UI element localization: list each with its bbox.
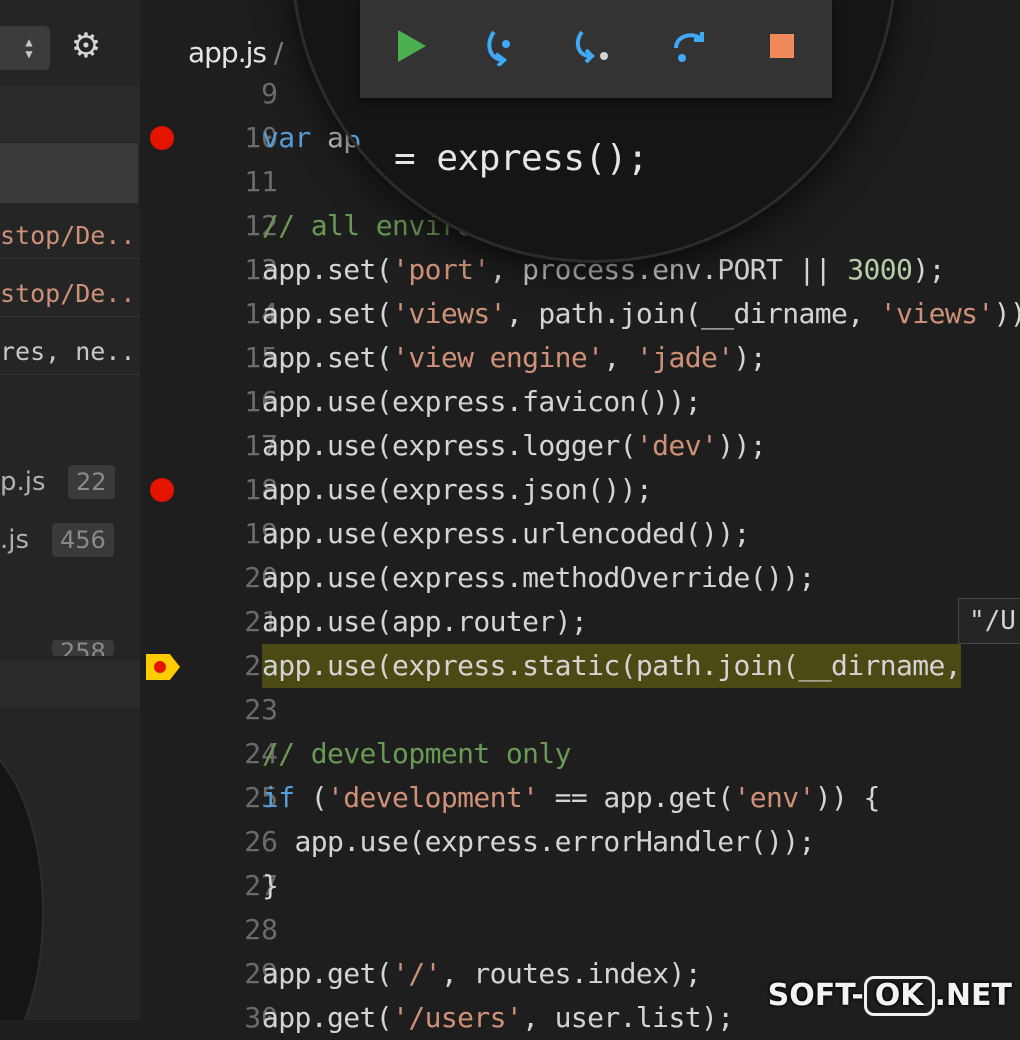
magnified-code: = express(); (394, 138, 649, 179)
code-line[interactable]: 27} (140, 864, 1020, 908)
line-number: 9 (261, 77, 278, 110)
callstack-path[interactable]: stop/De... (0, 272, 140, 317)
code-line[interactable]: 17 app.use(express.logger('dev')); (140, 424, 1020, 468)
callstack-path[interactable]: stop/De... (0, 214, 140, 259)
code-text[interactable]: app.set('view engine', 'jade'); (262, 336, 767, 380)
code-text[interactable]: // development only (262, 732, 572, 776)
current-line[interactable]: 22app.use(express.static(path.join(__dir… (140, 644, 1020, 688)
code-line[interactable]: 21 app.use(app.router); (140, 600, 1020, 644)
code-line[interactable]: 20 app.use(express.methodOverride()); (140, 556, 1020, 600)
code-text[interactable]: app.get('/', routes.index); (262, 952, 702, 996)
code-text[interactable]: app.use(express.static(path.join(__dirna… (262, 644, 962, 688)
continue-icon[interactable] (392, 26, 432, 66)
step-over-icon[interactable] (484, 26, 524, 68)
sidebar-section (0, 660, 140, 708)
code-text[interactable]: app.use(express.json()); (262, 468, 653, 512)
tab-filename: app.js (188, 36, 267, 69)
code-text[interactable]: app.use(express.methodOverride()); (262, 556, 815, 600)
code-text[interactable]: app.use(express.urlencoded()); (262, 512, 750, 556)
hover-tooltip: "/U (958, 598, 1020, 644)
code-line[interactable]: 24// development only (140, 732, 1020, 776)
code-line[interactable]: 26 app.use(express.errorHandler()); (140, 820, 1020, 864)
code-line[interactable]: 16 app.use(express.favicon()); (140, 380, 1020, 424)
step-out-icon[interactable] (670, 26, 710, 66)
code-line[interactable]: 18 app.use(express.json()); (140, 468, 1020, 512)
line-number: 28 (244, 913, 278, 946)
file-count-badge: 22 (68, 465, 115, 499)
file-count-badge: 258 (52, 640, 114, 656)
breakpoint-icon[interactable] (150, 126, 174, 150)
explorer-sidebar: ▲ ▼ ⚙ stop/De... stop/De... res, ne... p.… (0, 0, 140, 1020)
file-item[interactable]: ... (0, 640, 25, 656)
code-text[interactable]: app.get('/users', user.list); (262, 996, 734, 1040)
watermark: SOFT- OK .NET (768, 974, 1012, 1018)
code-text[interactable]: app.set('views', path.join(__dirname, 'v… (262, 292, 1020, 336)
code-text[interactable]: app.use(express.logger('dev')); (262, 424, 767, 468)
code-line[interactable]: 15 app.set('view engine', 'jade'); (140, 336, 1020, 380)
stop-icon[interactable] (762, 26, 802, 66)
code-text[interactable]: app.use(app.router); (262, 600, 588, 644)
sidebar-section (0, 86, 140, 142)
code-text[interactable]: app.use(express.favicon()); (262, 380, 702, 424)
sidebar-selected-row[interactable] (0, 143, 138, 203)
tab-separator: / (273, 36, 283, 69)
file-count-badge: 456 (52, 523, 114, 557)
file-item[interactable]: p.js (0, 462, 46, 502)
code-text[interactable]: } (262, 864, 279, 908)
line-number: 23 (244, 693, 278, 726)
debug-toolbar (360, 0, 832, 98)
code-text[interactable]: app.use(express.errorHandler()); (262, 820, 816, 864)
breakpoint-icon[interactable] (150, 478, 174, 502)
code-line[interactable]: 14 app.set('views', path.join(__dirname, … (140, 292, 1020, 336)
code-line[interactable]: 23 (140, 688, 1020, 732)
magnified-code-partial: var ap (294, 124, 362, 157)
step-into-icon[interactable] (572, 26, 612, 66)
code-line[interactable]: 28 (140, 908, 1020, 952)
line-number: 11 (244, 165, 278, 198)
editor-tab[interactable]: app.js / (188, 28, 283, 78)
current-breakpoint-icon[interactable] (146, 654, 180, 680)
code-text[interactable]: if ('development' == app.get('env')) { (262, 776, 880, 820)
magnifier-edge (0, 740, 44, 1020)
code-line[interactable]: 25 if ('development' == app.get('env')) { (140, 776, 1020, 820)
callstack-path[interactable]: res, ne... (0, 330, 140, 375)
gear-icon[interactable]: ⚙ (66, 26, 106, 66)
dropdown-arrows-icon[interactable]: ▲ ▼ (22, 36, 36, 60)
file-item[interactable]: .js (0, 520, 29, 560)
code-line[interactable]: 19 app.use(express.urlencoded()); (140, 512, 1020, 556)
